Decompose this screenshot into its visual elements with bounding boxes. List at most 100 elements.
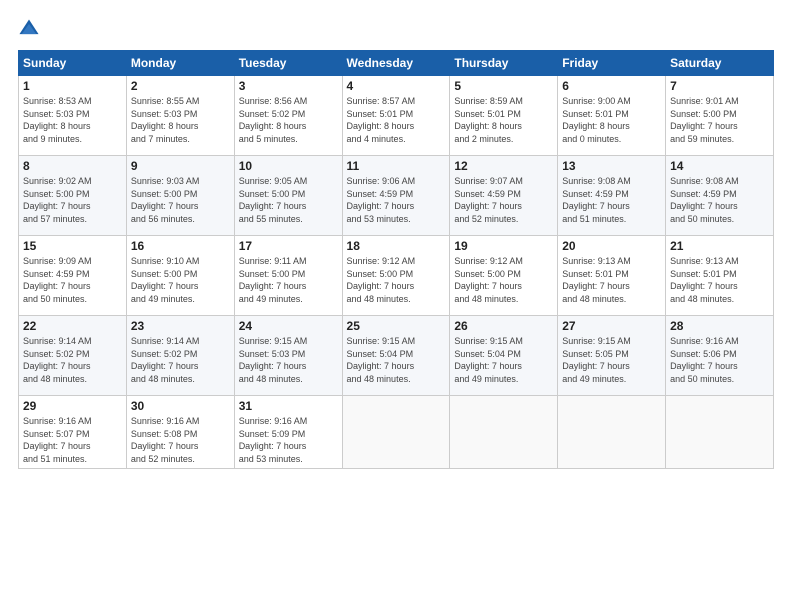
calendar-day-16: 16 Sunrise: 9:10 AM Sunset: 5:00 PM Dayli…	[126, 236, 234, 316]
day-info: Sunrise: 9:03 AM Sunset: 5:00 PM Dayligh…	[131, 175, 230, 225]
day-info: Sunrise: 9:06 AM Sunset: 4:59 PM Dayligh…	[347, 175, 446, 225]
calendar-day-6: 6 Sunrise: 9:00 AM Sunset: 5:01 PM Daylig…	[558, 76, 666, 156]
day-info: Sunrise: 9:05 AM Sunset: 5:00 PM Dayligh…	[239, 175, 338, 225]
calendar-day-30: 30 Sunrise: 9:16 AM Sunset: 5:08 PM Dayli…	[126, 396, 234, 469]
weekday-header-monday: Monday	[126, 51, 234, 76]
day-number: 24	[239, 319, 338, 333]
day-number: 1	[23, 79, 122, 93]
day-info: Sunrise: 8:56 AM Sunset: 5:02 PM Dayligh…	[239, 95, 338, 145]
day-number: 31	[239, 399, 338, 413]
calendar-day-19: 19Sunrise: 9:12 AM Sunset: 5:00 PM Dayli…	[450, 236, 558, 316]
weekday-header-wednesday: Wednesday	[342, 51, 450, 76]
weekday-header-tuesday: Tuesday	[234, 51, 342, 76]
calendar-day-12: 12 Sunrise: 9:07 AM Sunset: 4:59 PM Dayli…	[450, 156, 558, 236]
empty-cell	[558, 396, 666, 469]
calendar-day-28: 28 Sunrise: 9:16 AM Sunset: 5:06 PM Dayli…	[666, 316, 774, 396]
day-info: Sunrise: 9:16 AM Sunset: 5:06 PM Dayligh…	[670, 335, 769, 385]
day-info: Sunrise: 9:12 AM Sunset: 5:00 PM Dayligh…	[347, 255, 446, 305]
day-number: 16	[131, 239, 230, 253]
day-number: 25	[347, 319, 446, 333]
day-number: 17	[239, 239, 338, 253]
day-info: Sunrise: 8:55 AM Sunset: 5:03 PM Dayligh…	[131, 95, 230, 145]
calendar-day-13: 13 Sunrise: 9:08 AM Sunset: 4:59 PM Dayli…	[558, 156, 666, 236]
page: SundayMondayTuesdayWednesdayThursdayFrid…	[0, 0, 792, 612]
calendar-day-10: 10 Sunrise: 9:05 AM Sunset: 5:00 PM Dayli…	[234, 156, 342, 236]
calendar-day-5: 5Sunrise: 8:59 AM Sunset: 5:01 PM Daylig…	[450, 76, 558, 156]
day-info: Sunrise: 9:01 AM Sunset: 5:00 PM Dayligh…	[670, 95, 769, 145]
day-number: 18	[347, 239, 446, 253]
day-number: 15	[23, 239, 122, 253]
calendar-week-1: 1 Sunrise: 8:53 AM Sunset: 5:03 PM Daylig…	[19, 76, 774, 156]
day-info: Sunrise: 9:15 AM Sunset: 5:04 PM Dayligh…	[347, 335, 446, 385]
day-info: Sunrise: 9:12 AM Sunset: 5:00 PM Dayligh…	[454, 255, 553, 305]
day-number: 23	[131, 319, 230, 333]
day-info: Sunrise: 9:15 AM Sunset: 5:03 PM Dayligh…	[239, 335, 338, 385]
day-info: Sunrise: 9:15 AM Sunset: 5:04 PM Dayligh…	[454, 335, 553, 385]
day-number: 27	[562, 319, 661, 333]
day-number: 7	[670, 79, 769, 93]
day-number: 12	[454, 159, 553, 173]
empty-cell	[666, 396, 774, 469]
empty-cell	[450, 396, 558, 469]
calendar-day-29: 29Sunrise: 9:16 AM Sunset: 5:07 PM Dayli…	[19, 396, 127, 469]
day-info: Sunrise: 9:16 AM Sunset: 5:08 PM Dayligh…	[131, 415, 230, 465]
calendar-week-4: 22Sunrise: 9:14 AM Sunset: 5:02 PM Dayli…	[19, 316, 774, 396]
day-info: Sunrise: 8:57 AM Sunset: 5:01 PM Dayligh…	[347, 95, 446, 145]
calendar-day-17: 17 Sunrise: 9:11 AM Sunset: 5:00 PM Dayli…	[234, 236, 342, 316]
day-number: 2	[131, 79, 230, 93]
logo-icon	[18, 18, 40, 40]
day-info: Sunrise: 9:14 AM Sunset: 5:02 PM Dayligh…	[23, 335, 122, 385]
calendar-week-3: 15Sunrise: 9:09 AM Sunset: 4:59 PM Dayli…	[19, 236, 774, 316]
day-number: 11	[347, 159, 446, 173]
day-info: Sunrise: 9:08 AM Sunset: 4:59 PM Dayligh…	[670, 175, 769, 225]
day-info: Sunrise: 8:53 AM Sunset: 5:03 PM Dayligh…	[23, 95, 122, 145]
day-info: Sunrise: 9:13 AM Sunset: 5:01 PM Dayligh…	[562, 255, 661, 305]
weekday-header-sunday: Sunday	[19, 51, 127, 76]
calendar-day-7: 7 Sunrise: 9:01 AM Sunset: 5:00 PM Daylig…	[666, 76, 774, 156]
calendar-day-20: 20 Sunrise: 9:13 AM Sunset: 5:01 PM Dayli…	[558, 236, 666, 316]
calendar-day-11: 11 Sunrise: 9:06 AM Sunset: 4:59 PM Dayli…	[342, 156, 450, 236]
day-number: 8	[23, 159, 122, 173]
day-number: 20	[562, 239, 661, 253]
day-number: 9	[131, 159, 230, 173]
weekday-header-saturday: Saturday	[666, 51, 774, 76]
calendar-day-3: 3 Sunrise: 8:56 AM Sunset: 5:02 PM Daylig…	[234, 76, 342, 156]
day-info: Sunrise: 9:13 AM Sunset: 5:01 PM Dayligh…	[670, 255, 769, 305]
day-number: 13	[562, 159, 661, 173]
day-info: Sunrise: 9:16 AM Sunset: 5:09 PM Dayligh…	[239, 415, 338, 465]
day-number: 3	[239, 79, 338, 93]
calendar-week-2: 8 Sunrise: 9:02 AM Sunset: 5:00 PM Daylig…	[19, 156, 774, 236]
calendar-day-9: 9 Sunrise: 9:03 AM Sunset: 5:00 PM Daylig…	[126, 156, 234, 236]
day-info: Sunrise: 9:11 AM Sunset: 5:00 PM Dayligh…	[239, 255, 338, 305]
calendar-day-18: 18 Sunrise: 9:12 AM Sunset: 5:00 PM Dayli…	[342, 236, 450, 316]
day-number: 6	[562, 79, 661, 93]
empty-cell	[342, 396, 450, 469]
calendar-day-14: 14 Sunrise: 9:08 AM Sunset: 4:59 PM Dayli…	[666, 156, 774, 236]
calendar-day-27: 27 Sunrise: 9:15 AM Sunset: 5:05 PM Dayli…	[558, 316, 666, 396]
logo	[18, 18, 44, 40]
calendar-day-26: 26Sunrise: 9:15 AM Sunset: 5:04 PM Dayli…	[450, 316, 558, 396]
day-number: 30	[131, 399, 230, 413]
calendar-day-22: 22Sunrise: 9:14 AM Sunset: 5:02 PM Dayli…	[19, 316, 127, 396]
calendar-day-1: 1 Sunrise: 8:53 AM Sunset: 5:03 PM Daylig…	[19, 76, 127, 156]
calendar-day-31: 31 Sunrise: 9:16 AM Sunset: 5:09 PM Dayli…	[234, 396, 342, 469]
day-info: Sunrise: 9:10 AM Sunset: 5:00 PM Dayligh…	[131, 255, 230, 305]
day-number: 5	[454, 79, 553, 93]
day-info: Sunrise: 9:00 AM Sunset: 5:01 PM Dayligh…	[562, 95, 661, 145]
calendar-table: SundayMondayTuesdayWednesdayThursdayFrid…	[18, 50, 774, 469]
day-info: Sunrise: 9:07 AM Sunset: 4:59 PM Dayligh…	[454, 175, 553, 225]
day-number: 29	[23, 399, 122, 413]
day-number: 10	[239, 159, 338, 173]
day-number: 21	[670, 239, 769, 253]
day-number: 28	[670, 319, 769, 333]
header	[18, 18, 774, 40]
weekday-header-row: SundayMondayTuesdayWednesdayThursdayFrid…	[19, 51, 774, 76]
weekday-header-friday: Friday	[558, 51, 666, 76]
day-info: Sunrise: 9:15 AM Sunset: 5:05 PM Dayligh…	[562, 335, 661, 385]
day-info: Sunrise: 9:14 AM Sunset: 5:02 PM Dayligh…	[131, 335, 230, 385]
calendar-day-4: 4Sunrise: 8:57 AM Sunset: 5:01 PM Daylig…	[342, 76, 450, 156]
day-info: Sunrise: 9:02 AM Sunset: 5:00 PM Dayligh…	[23, 175, 122, 225]
calendar-day-24: 24 Sunrise: 9:15 AM Sunset: 5:03 PM Dayli…	[234, 316, 342, 396]
day-number: 14	[670, 159, 769, 173]
day-info: Sunrise: 9:08 AM Sunset: 4:59 PM Dayligh…	[562, 175, 661, 225]
